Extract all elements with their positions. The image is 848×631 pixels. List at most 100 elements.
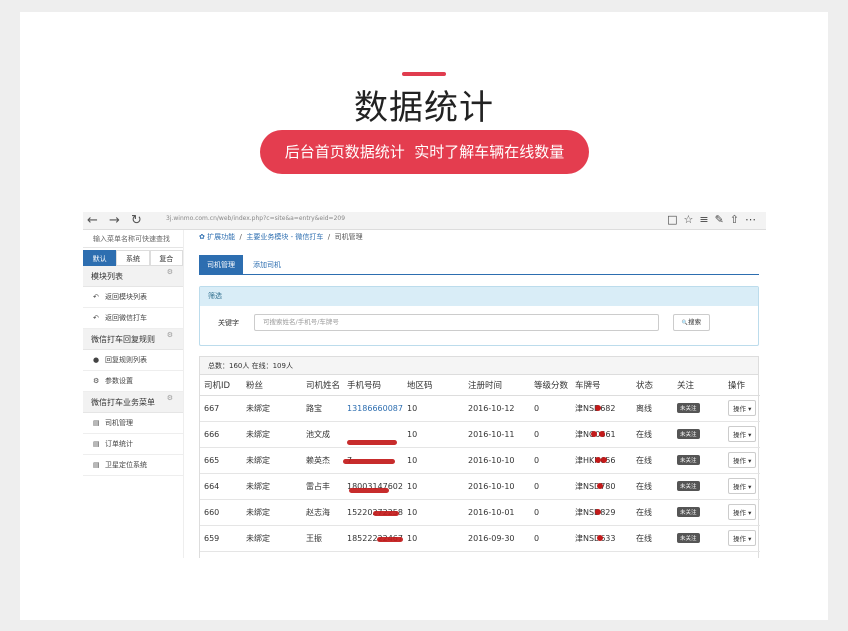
cell-area: 10	[403, 499, 464, 526]
redaction-mark	[597, 482, 603, 489]
forward-icon[interactable]: →	[109, 213, 120, 228]
tab-driver-management[interactable]: 司机管理	[199, 255, 243, 275]
redaction-mark	[349, 487, 389, 493]
back-icon[interactable]: ←	[87, 213, 98, 228]
col-name: 司机姓名	[302, 375, 343, 396]
more-icon[interactable]: ⋯	[745, 213, 762, 226]
cell-plate: 津NO0661	[571, 421, 632, 448]
cell-status: 在线	[632, 447, 673, 474]
menu-search-input[interactable]: 输入菜单名称可快速查找	[83, 230, 183, 248]
cell-plate: 津NSD682	[571, 395, 632, 422]
cell-area: 10	[403, 473, 464, 500]
cell-name: 王振	[302, 525, 343, 552]
share-icon[interactable]: ⇧	[730, 213, 745, 226]
cell-status: 在线	[632, 499, 673, 526]
actions-dropdown-button[interactable]: 操作 ▾	[728, 426, 757, 442]
plate-text: 津NSD633	[575, 533, 616, 543]
sidebar-item-drivers[interactable]: ▤ 司机管理	[83, 413, 183, 434]
phone-text: 18003147602	[347, 481, 403, 493]
favorite-star-icon[interactable]: ☆	[683, 213, 699, 226]
sidebar-section-business-menu[interactable]: 微信打车业务菜单 ⚙	[83, 392, 183, 413]
settings-icon[interactable]: ⚙	[167, 325, 173, 346]
cell-phone: 18003147602	[343, 473, 403, 500]
redaction-mark	[595, 404, 601, 411]
caret-down-icon: ▾	[748, 535, 752, 543]
col-actions: 操作	[724, 375, 760, 396]
plate-text: 津NSD682	[575, 403, 616, 414]
driver-table-panel: 总数：160人 在线：109人 司机ID 粉丝 司机姓名 手机号码 地区码 注册…	[199, 356, 760, 558]
section-title: 微信打车回复规则	[91, 335, 155, 344]
cell-status: 在线	[632, 421, 673, 448]
sidebar-item-back-modules[interactable]: ↶ 返回模块列表	[83, 287, 183, 308]
sidebar-item-reply-list[interactable]: ● 回复规则列表	[83, 350, 183, 371]
note-pen-icon[interactable]: ✎	[715, 213, 730, 226]
actions-label: 操作	[733, 405, 746, 413]
phone-text: 7	[343, 456, 399, 465]
tab-bar: 司机管理 添加司机	[199, 255, 759, 275]
cell-score: 0	[530, 525, 571, 552]
cell-name: 池文成	[302, 421, 343, 448]
table-row: 667 未绑定 路宝 13186660087 10 2016-10-12 0 津…	[200, 395, 760, 422]
settings-icon[interactable]: ⚙	[167, 388, 173, 409]
redaction-mark	[347, 439, 397, 445]
keyword-label: 关键字	[218, 319, 239, 327]
redaction-mark	[377, 536, 403, 542]
cell-score: 0	[530, 473, 571, 500]
redaction-mark	[601, 456, 607, 463]
cell-area: 10	[403, 421, 464, 448]
reading-view-icon[interactable]: □	[667, 213, 683, 226]
redaction-mark	[591, 430, 597, 437]
follow-badge: 未关注	[677, 403, 700, 413]
cell-date: 2016-10-10	[464, 447, 530, 474]
actions-dropdown-button[interactable]: 操作 ▾	[728, 504, 757, 520]
cell-name: 赖英杰	[302, 447, 343, 474]
sidebar-item-label: 司机管理	[105, 419, 133, 427]
comment-icon: ●	[93, 356, 100, 364]
cell-fan: 未绑定	[242, 473, 302, 500]
redaction-mark	[599, 430, 605, 437]
cell-score: 0	[530, 447, 571, 474]
sidebar-item-label: 回复规则列表	[105, 356, 147, 364]
breadcrumb-extensions[interactable]: 扩展功能	[207, 233, 235, 241]
actions-dropdown-button[interactable]: 操作 ▾	[728, 452, 757, 468]
sidebar-tab-system[interactable]: 系统	[116, 250, 150, 266]
sidebar-section-modules[interactable]: 模块列表 ⚙	[83, 266, 183, 287]
list-icon: ▤	[93, 419, 100, 427]
address-bar[interactable]: 3j.winmo.com.cn/web/index.php?c=site&a=e…	[166, 215, 345, 222]
actions-dropdown-button[interactable]: 操作 ▾	[728, 478, 757, 494]
hub-icon[interactable]: ≡	[699, 213, 714, 226]
cell-plate: 津NSD829	[571, 499, 632, 526]
cell-name: 雷占丰	[302, 473, 343, 500]
follow-badge: 未关注	[677, 429, 700, 439]
phone-text: 15220272258	[347, 508, 403, 517]
actions-dropdown-button[interactable]: 操作 ▾	[728, 530, 757, 546]
sidebar-item-label: 返回模块列表	[105, 293, 147, 301]
sidebar-tab-default[interactable]: 默认	[83, 250, 117, 266]
search-button[interactable]: 🔍搜索	[673, 314, 710, 331]
reload-icon[interactable]: ↻	[131, 213, 142, 228]
table-row: 665 未绑定 赖英杰 7 10 2016-10-10 0 津HKN656 在线…	[200, 447, 760, 474]
col-fan: 粉丝	[242, 375, 302, 396]
cell-fan: 未绑定	[242, 525, 302, 552]
sidebar-section-reply-rules[interactable]: 微信打车回复规则 ⚙	[83, 329, 183, 350]
search-button-label: 搜索	[688, 318, 702, 326]
table-row: 666 未绑定 池文成 10 2016-10-11 0 津NO0661 在线 未…	[200, 421, 760, 448]
accent-line	[402, 72, 446, 76]
driver-table: 司机ID 粉丝 司机姓名 手机号码 地区码 注册时间 等级分数 车牌号 状态 关…	[200, 375, 760, 552]
sidebar-item-orders[interactable]: ▤ 订单统计	[83, 434, 183, 455]
keyword-search-input[interactable]: 可搜索姓名/手机号/车牌号	[254, 314, 659, 331]
actions-dropdown-button[interactable]: 操作 ▾	[728, 400, 757, 416]
table-row: 664 未绑定 雷占丰 18003147602 10 2016-10-10 0 …	[200, 473, 760, 500]
cell-id: 660	[200, 499, 242, 526]
cell-status: 在线	[632, 473, 673, 500]
tab-add-driver[interactable]: 添加司机	[245, 255, 289, 275]
breadcrumb-module[interactable]: 主要业务模块 - 微信打车	[246, 233, 323, 241]
section-title: 模块列表	[91, 272, 123, 281]
settings-icon[interactable]: ⚙	[167, 262, 173, 283]
cell-actions: 操作 ▾	[724, 421, 760, 448]
main-content: ✿ 扩展功能 / 主要业务模块 - 微信打车 / 司机管理 司机管理 添加司机 …	[191, 230, 766, 558]
sidebar-item-gps[interactable]: ▤ 卫星定位系统	[83, 455, 183, 476]
col-phone: 手机号码	[343, 375, 403, 396]
cell-fan: 未绑定	[242, 447, 302, 474]
subtitle-pill: 后台首页数据统计 实时了解车辆在线数量	[260, 130, 589, 174]
